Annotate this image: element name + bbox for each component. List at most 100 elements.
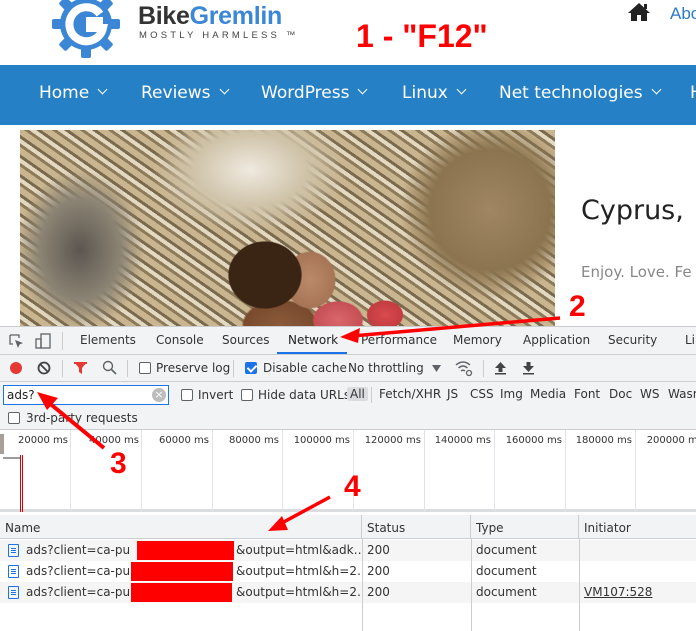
annotation-step-1: 1 - "F12" <box>356 18 488 54</box>
post-tagline: Enjoy. Love. Fe <box>581 263 692 281</box>
divider <box>233 360 234 377</box>
invert-label[interactable]: Invert <box>198 388 233 402</box>
annotation-step-4: 4 <box>344 470 361 503</box>
type-filter-img[interactable]: Img <box>500 387 523 401</box>
gear-logo-icon[interactable] <box>50 0 122 60</box>
request-initiator-link[interactable]: VM107:528 <box>579 582 657 603</box>
column-header-name[interactable]: Name <box>0 515 362 539</box>
table-row[interactable]: ads?client=ca-pub-6 &output=html&h=2… 20… <box>0 582 696 603</box>
tab-console[interactable]: Console <box>156 333 204 347</box>
import-har-icon[interactable] <box>494 361 507 375</box>
disable-cache-label[interactable]: Disable cache <box>263 361 347 375</box>
nav-item-truncated[interactable]: H <box>690 83 696 103</box>
preserve-log-label[interactable]: Preserve log <box>156 361 230 375</box>
throttling-select[interactable]: No throttling <box>348 361 424 375</box>
nav-item-label: Net technologies <box>499 83 643 103</box>
preserve-log-checkbox[interactable] <box>139 362 151 374</box>
tab-application[interactable]: Application <box>523 333 590 347</box>
post-title[interactable]: Cyprus, <box>581 195 684 226</box>
column-header-initiator[interactable]: Initiator <box>579 515 696 539</box>
nav-item-home[interactable]: Home <box>39 83 108 103</box>
document-icon <box>8 586 19 599</box>
inspect-element-icon[interactable] <box>9 334 24 349</box>
export-har-icon[interactable] <box>522 361 535 375</box>
type-filter-wasm[interactable]: Wasm <box>668 387 696 401</box>
third-party-label[interactable]: 3rd-party requests <box>26 411 138 425</box>
type-filter-js[interactable]: JS <box>447 387 458 401</box>
nav-item-net-technologies[interactable]: Net technologies <box>499 83 662 103</box>
type-filter-doc[interactable]: Doc <box>609 387 632 401</box>
type-filter-all[interactable]: All <box>347 387 368 401</box>
network-conditions-icon[interactable] <box>455 360 473 377</box>
request-type: document <box>476 585 537 599</box>
request-type: document <box>476 564 537 578</box>
column-divider[interactable] <box>471 539 472 631</box>
logo-tagline: MOSTLY HARMLESS ™ <box>139 30 299 41</box>
site-header: BikeGremlin MOSTLY HARMLESS ™ 1 - "F12" … <box>0 0 696 65</box>
clear-filter-icon[interactable]: × <box>152 388 166 402</box>
column-divider[interactable] <box>362 539 363 631</box>
request-activity-bar <box>3 457 20 459</box>
divider <box>371 387 372 403</box>
request-name-prefix: ads?client=ca-pub-6 <box>26 585 136 599</box>
request-name-suffix: &output=html&h=2… <box>236 564 362 578</box>
tab-performance[interactable]: Performance <box>361 333 437 347</box>
device-toolbar-icon[interactable] <box>35 333 51 349</box>
type-filter-ws[interactable]: WS <box>640 387 659 401</box>
timeline-tick-label: 180000 ms <box>575 435 632 446</box>
request-name-prefix: ads?client=ca-pub- <box>26 543 131 557</box>
chevron-down-icon <box>97 84 108 95</box>
column-header-status[interactable]: Status <box>362 515 471 539</box>
filter-icon[interactable] <box>73 361 88 375</box>
request-initiator <box>579 540 589 561</box>
nav-item-label: Reviews <box>141 83 211 103</box>
record-icon[interactable] <box>9 361 23 375</box>
column-header-type[interactable]: Type <box>471 515 579 539</box>
tab-elements[interactable]: Elements <box>80 333 136 347</box>
invert-checkbox[interactable] <box>181 389 193 401</box>
featured-image[interactable] <box>20 130 555 330</box>
tab-sources[interactable]: Sources <box>222 333 269 347</box>
timeline-tick-label: 100000 ms <box>293 435 350 446</box>
divider <box>62 360 63 377</box>
timeline-tick-label: 200000 ms <box>646 435 696 446</box>
nav-item-wordpress[interactable]: WordPress <box>261 83 368 103</box>
disable-cache-checkbox[interactable] <box>245 362 257 374</box>
nav-item-reviews[interactable]: Reviews <box>141 83 229 103</box>
logo-brand-part1: Bike <box>138 2 190 30</box>
type-filter-fetch-xhr[interactable]: Fetch/XHR <box>379 387 441 401</box>
tab-memory[interactable]: Memory <box>453 333 502 347</box>
tab-lighthouse[interactable]: Li <box>685 333 695 347</box>
tab-network[interactable]: Network <box>288 333 338 347</box>
dropdown-arrow-icon[interactable] <box>432 365 441 372</box>
logo-brand-part2: Gremlin <box>189 2 283 30</box>
third-party-checkbox[interactable] <box>8 412 20 424</box>
hide-data-urls-checkbox[interactable] <box>241 389 253 401</box>
tab-security[interactable]: Security <box>608 333 657 347</box>
timeline-tick-label: 80000 ms <box>229 435 279 446</box>
about-link[interactable]: About <box>670 4 696 24</box>
clear-icon[interactable] <box>37 361 51 375</box>
hide-data-urls-label[interactable]: Hide data URLs <box>258 388 350 402</box>
nav-item-label: Linux <box>402 83 448 103</box>
requests-table: Name Status Type Initiator ads?client=ca… <box>0 515 696 631</box>
timeline-tick-label: 20000 ms <box>18 435 68 446</box>
table-row[interactable]: ads?client=ca-pub- &output=html&adk… 200… <box>0 540 696 561</box>
type-filter-css[interactable]: CSS <box>470 387 494 401</box>
nav-item-linux[interactable]: Linux <box>402 83 467 103</box>
type-filter-font[interactable]: Font <box>574 387 600 401</box>
network-filter-bar: × Invert Hide data URLs All Fetch/XHR JS… <box>0 382 696 430</box>
logo-wordmark[interactable]: BikeGremlin <box>138 2 282 31</box>
table-row[interactable]: ads?client=ca-pub-6 &output=html&h=2… 20… <box>0 561 696 582</box>
filter-input[interactable] <box>3 385 169 405</box>
search-icon[interactable] <box>102 360 117 375</box>
column-divider[interactable] <box>579 539 580 631</box>
timeline-tick-label: 40000 ms <box>89 435 139 446</box>
divider <box>62 332 63 350</box>
divider <box>127 360 128 377</box>
nav-item-label: WordPress <box>261 83 350 103</box>
request-type: document <box>476 543 537 557</box>
type-filter-media[interactable]: Media <box>530 387 566 401</box>
timeline-tick-label: 120000 ms <box>364 435 421 446</box>
home-icon[interactable] <box>627 2 651 22</box>
